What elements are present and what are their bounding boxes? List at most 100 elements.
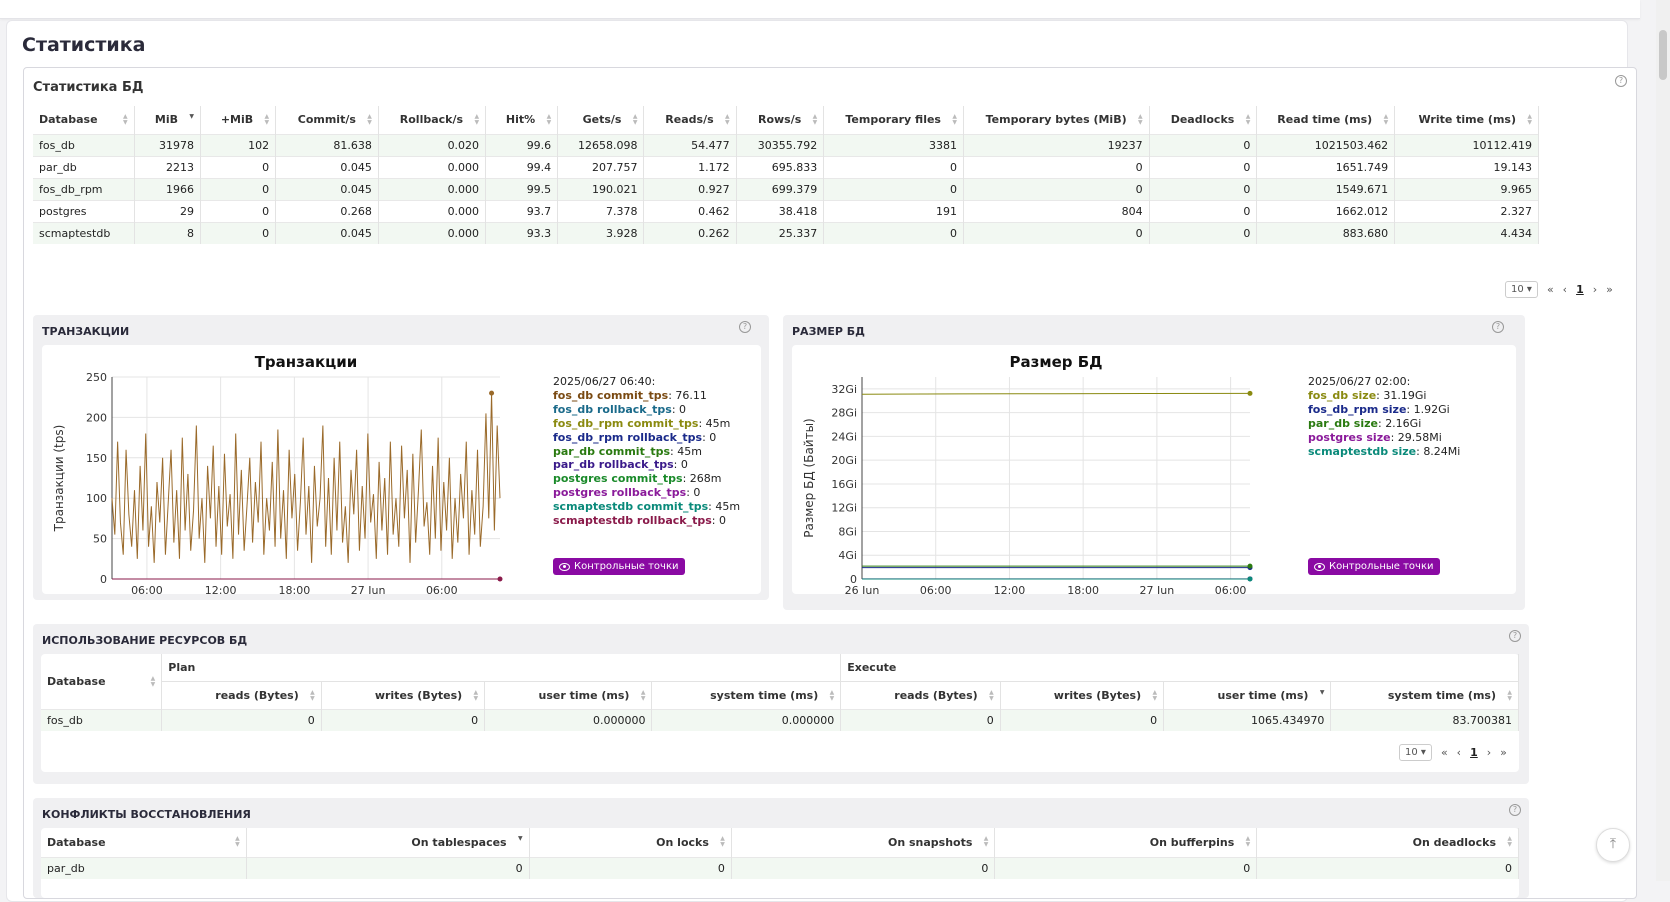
y-tick-label: 24Gi	[831, 430, 857, 443]
col-header[interactable]: On bufferpins ▲ ▼	[994, 828, 1258, 857]
table-row[interactable]: fos_db 0 0 0.000000 0.000000 0 0 1065.434970 83.…	[41, 709, 1519, 731]
legend-entry[interactable]: fos_db_rpm rollback_tps: 0	[553, 431, 740, 445]
prev-page-button[interactable]: ‹	[1457, 746, 1461, 759]
legend-entry[interactable]: postgres commit_tps: 268m	[553, 472, 740, 486]
last-page-button[interactable]: »	[1606, 283, 1613, 296]
table-cell: 0	[200, 177, 277, 200]
col-header[interactable]: user time (ms) ▼	[1163, 681, 1332, 710]
help-icon[interactable]: ?	[1492, 321, 1504, 333]
table-cell: 0	[200, 199, 277, 222]
first-page-button[interactable]: «	[1547, 283, 1554, 296]
col-header[interactable]: system time (ms) ▲ ▼	[1330, 681, 1519, 710]
table-cell: 2.327	[1394, 199, 1539, 222]
current-page[interactable]: 1	[1470, 746, 1478, 759]
table-row[interactable]: fos_db_rpm 1966 0 0.045 0.000 99.5 190.021 0.92…	[33, 177, 1539, 200]
legend-entry[interactable]: scmaptestdb size: 8.24Mi	[1308, 445, 1460, 459]
first-page-button[interactable]: «	[1441, 746, 1448, 759]
legend-entry[interactable]: postgres rollback_tps: 0	[553, 486, 740, 500]
help-icon[interactable]: ?	[739, 321, 751, 333]
col-header[interactable]: user time (ms) ▲ ▼	[484, 681, 653, 710]
prev-page-button[interactable]: ‹	[1563, 283, 1567, 296]
legend-entry[interactable]: par_db size: 2.16Gi	[1308, 417, 1460, 431]
current-page[interactable]: 1	[1576, 283, 1584, 296]
checkpoints-button[interactable]: Контрольные точки	[553, 558, 685, 575]
col-header[interactable]: Rollback/s ▲ ▼	[378, 106, 487, 134]
col-header[interactable]: Read time (ms) ▲ ▼	[1256, 106, 1396, 134]
legend-entry[interactable]: fos_db commit_tps: 76.11	[553, 389, 740, 403]
col-header[interactable]: Gets/s ▲ ▼	[557, 106, 645, 134]
table-row[interactable]: scmaptestdb 8 0 0.045 0.000 93.3 3.928 0.262 25.…	[33, 221, 1539, 244]
page-size-select[interactable]: 10 ▾	[1505, 281, 1538, 298]
y-tick-label: 4Gi	[838, 549, 857, 562]
col-header[interactable]: On locks ▲ ▼	[529, 828, 732, 857]
x-tick-label: 18:00	[279, 584, 311, 594]
table-cell: 0	[161, 709, 322, 731]
legend-entry[interactable]: fos_db rollback_tps: 0	[553, 403, 740, 417]
table-cell: 0	[1149, 199, 1258, 222]
col-header[interactable]: On snapshots ▲ ▼	[731, 828, 996, 857]
col-header[interactable]: Deadlocks ▲ ▼	[1149, 106, 1258, 134]
col-header[interactable]: reads (Bytes) ▲ ▼	[840, 681, 1001, 710]
legend-entry[interactable]: fos_db_rpm commit_tps: 45m	[553, 417, 740, 431]
col-header[interactable]: Commit/s ▲ ▼	[275, 106, 379, 134]
table-cell: 0	[823, 221, 964, 244]
legend-entry[interactable]: fos_db_rpm size: 1.92Gi	[1308, 403, 1460, 417]
col-header[interactable]: reads (Bytes) ▲ ▼	[161, 681, 322, 710]
y-tick-label: 100	[86, 492, 107, 505]
col-header[interactable]: Temporary bytes (MiB) ▲ ▼	[963, 106, 1150, 134]
legend-entry[interactable]: par_db rollback_tps: 0	[553, 458, 740, 472]
table-row[interactable]: postgres 29 0 0.268 0.000 93.7 7.378 0.462 38.41…	[33, 199, 1539, 222]
last-page-button[interactable]: »	[1500, 746, 1507, 759]
next-page-button[interactable]: ›	[1593, 283, 1597, 296]
legend-entry[interactable]: fos_db size: 31.19Gi	[1308, 389, 1460, 403]
col-header[interactable]: Temporary files ▲ ▼	[823, 106, 964, 134]
table-cell: 99.5	[485, 177, 559, 200]
x-tick-label: 18:00	[1067, 584, 1099, 594]
col-header[interactable]: writes (Bytes) ▲ ▼	[1000, 681, 1165, 710]
col-header[interactable]: Rows/s ▲ ▼	[736, 106, 825, 134]
col-header[interactable]: system time (ms) ▲ ▼	[651, 681, 842, 710]
legend-series-value: 31.19Gi	[1383, 388, 1427, 402]
col-header[interactable]: writes (Bytes) ▲ ▼	[321, 681, 486, 710]
legend-series-name: postgres commit_tps	[553, 472, 683, 486]
scroll-to-top-button[interactable]: ⤒	[1596, 828, 1630, 862]
table-cell: 9.965	[1394, 177, 1539, 200]
page-size-select[interactable]: 10 ▾	[1399, 744, 1432, 761]
col-header[interactable]: On tablespaces ▼	[246, 828, 530, 857]
next-page-button[interactable]: ›	[1487, 746, 1491, 759]
resources-pager: 10 ▾ « ‹ 1 › »	[1399, 744, 1507, 761]
transactions-panel-title: ТРАНЗАКЦИИ	[42, 325, 130, 338]
col-header[interactable]: Hit% ▲ ▼	[485, 106, 559, 134]
checkpoints-button-label: Контрольные точки	[1329, 561, 1434, 572]
scrollbar-thumb[interactable]	[1659, 30, 1667, 80]
checkpoints-button[interactable]: Контрольные точки	[1308, 558, 1440, 575]
help-icon[interactable]: ?	[1509, 630, 1521, 642]
legend-series-name: scmaptestdb commit_tps	[553, 500, 709, 514]
col-header[interactable]: MiB ▼	[134, 106, 202, 134]
table-row[interactable]: par_db 0 0 0 0 0	[41, 856, 1519, 879]
table-row[interactable]: par_db 2213 0 0.045 0.000 99.4 207.757 1.172 695…	[33, 155, 1539, 178]
col-database[interactable]: Database ▲ ▼	[41, 654, 163, 710]
col-header[interactable]: Database ▲ ▼	[33, 106, 135, 134]
legend-entry[interactable]: par_db commit_tps: 45m	[553, 445, 740, 459]
col-header[interactable]: Database ▲ ▼	[41, 828, 247, 857]
col-header[interactable]: On deadlocks ▲ ▼	[1256, 828, 1519, 857]
legend-entry[interactable]: postgres size: 29.58Mi	[1308, 431, 1460, 445]
col-header[interactable]: Write time (ms) ▲ ▼	[1394, 106, 1539, 134]
page-scrollbar[interactable]	[1656, 0, 1670, 881]
table-cell: 93.7	[485, 199, 559, 222]
table-cell: 0	[246, 856, 530, 879]
x-tick-label: 06:00	[1215, 584, 1247, 594]
help-icon[interactable]: ?	[1615, 75, 1627, 87]
table-cell: 1065.434970	[1163, 709, 1332, 731]
help-icon[interactable]: ?	[1509, 804, 1521, 816]
legend-entry[interactable]: scmaptestdb commit_tps: 45m	[553, 500, 740, 514]
legend-series-name: scmaptestdb rollback_tps	[553, 514, 712, 528]
col-header[interactable]: Reads/s ▲ ▼	[643, 106, 737, 134]
legend-series-value: 0	[693, 486, 701, 500]
col-header[interactable]: +MiB ▲ ▼	[200, 106, 277, 134]
legend-entry[interactable]: scmaptestdb rollback_tps: 0	[553, 514, 740, 528]
chart-title: Размер БД	[1009, 353, 1102, 371]
table-cell: 93.3	[485, 221, 559, 244]
table-row[interactable]: fos_db 31978 102 81.638 0.020 99.6 12658.098 54…	[33, 133, 1539, 156]
